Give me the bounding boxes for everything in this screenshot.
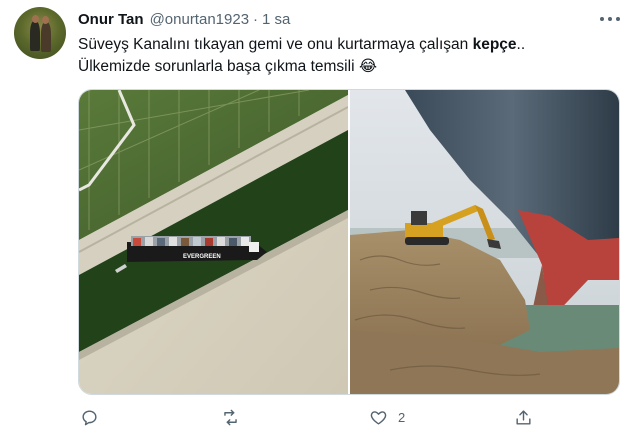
tweet-actions: 2 — [78, 408, 620, 430]
reply-icon — [82, 410, 97, 426]
share-icon — [516, 410, 531, 425]
author-handle[interactable]: @onurtan1923 — [150, 11, 249, 28]
author-name[interactable]: Onur Tan — [78, 11, 144, 28]
author-avatar[interactable] — [14, 7, 66, 59]
tweet-media[interactable]: EVERGREEN — [78, 89, 620, 395]
separator-dot: · — [253, 10, 259, 28]
tweet-text-line1: Süveyş Kanalını tıkayan gemi ve onu kurt… — [78, 36, 473, 53]
satellite-canal-image[interactable]: EVERGREEN — [79, 90, 348, 394]
share-button[interactable] — [514, 408, 543, 427]
retweet-icon — [224, 409, 237, 426]
more-options-icon[interactable] — [600, 11, 620, 27]
heart-icon — [370, 411, 387, 425]
tweet-text: Süveyş Kanalını tıkayan gemi ve onu kurt… — [78, 34, 618, 78]
like-button[interactable]: 2 — [369, 408, 405, 427]
ship-name-label: EVERGREEN — [183, 254, 221, 260]
reply-button[interactable] — [80, 408, 109, 427]
retweet-button[interactable] — [221, 408, 250, 427]
tweet-header: Onur Tan @onurtan1923 · 1 sa — [78, 9, 290, 29]
excavator-ship-image[interactable] — [350, 90, 619, 394]
tweet-text-line2: Ülkemizde sorunlarla başa çıkma temsili — [78, 58, 359, 75]
tweet-text-ellipsis: .. — [516, 36, 526, 53]
like-count: 2 — [398, 410, 406, 425]
tweet-timestamp[interactable]: 1 sa — [262, 11, 290, 28]
tweet-text-bold: kepçe — [472, 36, 517, 53]
laughing-emoji-icon: 😂 — [358, 58, 377, 75]
